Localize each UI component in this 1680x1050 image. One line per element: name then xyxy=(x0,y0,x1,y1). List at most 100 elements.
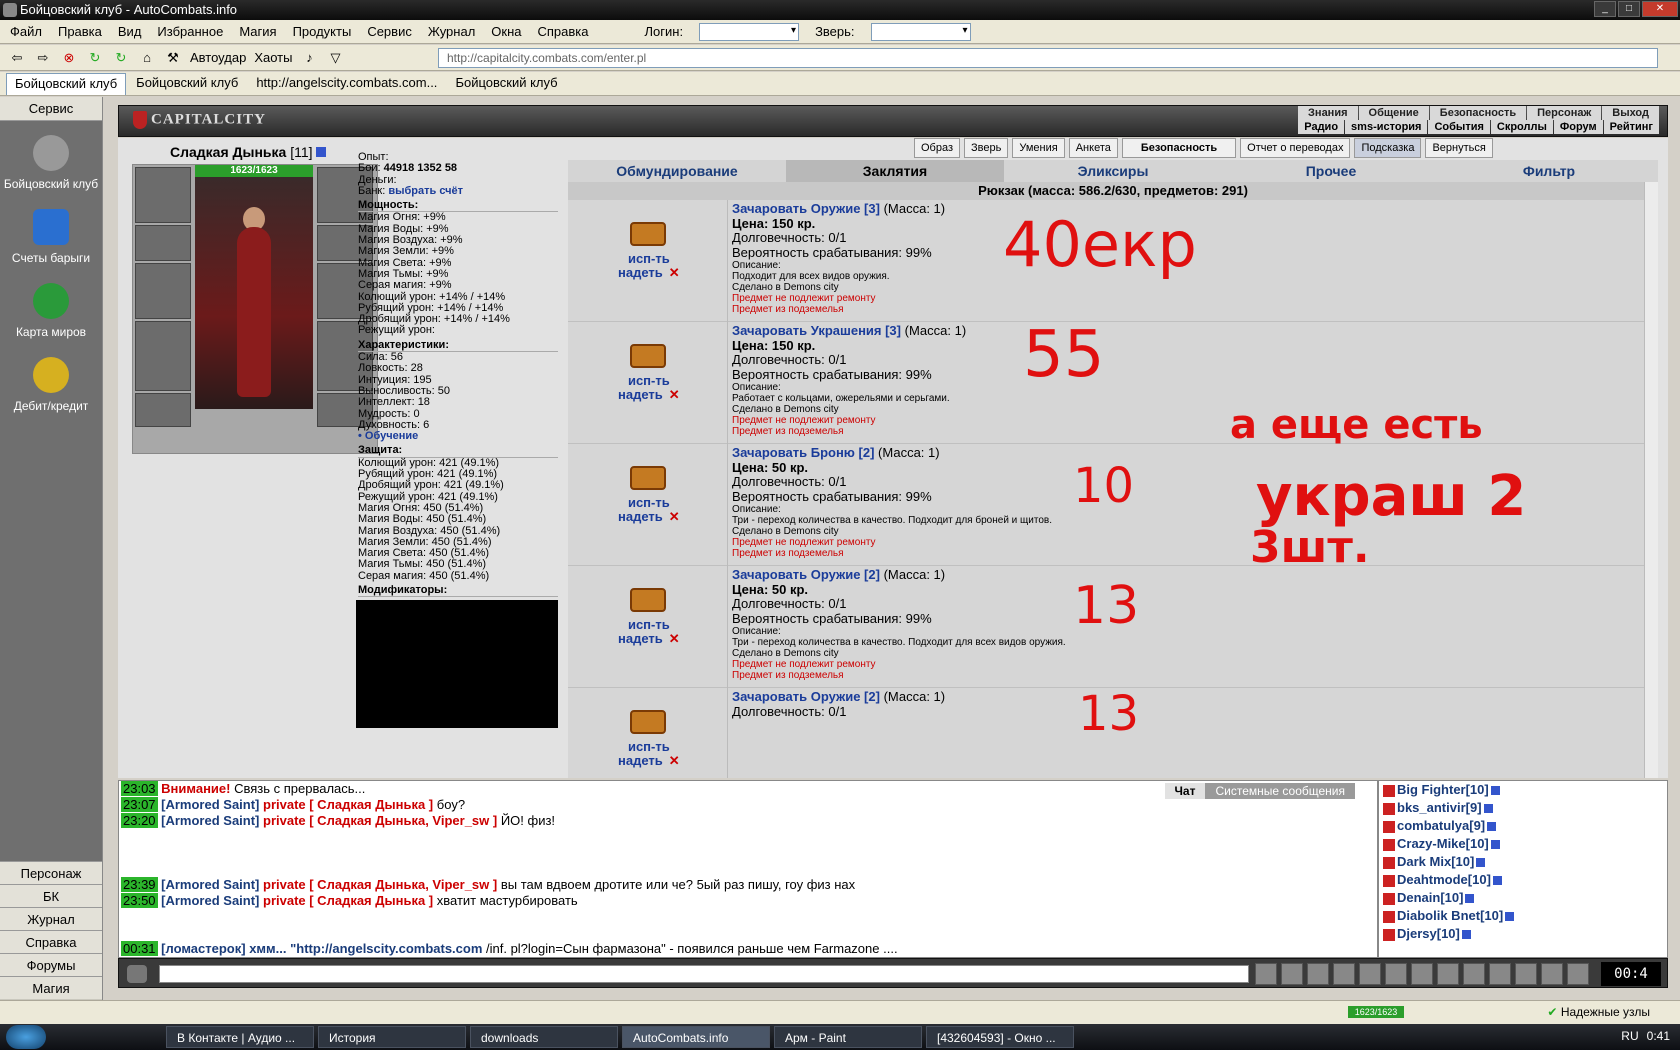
chat-time[interactable]: 00:31 xyxy=(121,941,158,956)
bracer-slot[interactable] xyxy=(135,225,191,261)
refresh-icon[interactable]: ↻ xyxy=(86,49,104,67)
info-icon[interactable] xyxy=(1461,930,1471,940)
info-icon[interactable] xyxy=(1492,876,1502,886)
settings-icon[interactable] xyxy=(1463,963,1485,985)
use-link[interactable]: исп-ть xyxy=(618,252,680,266)
user-row[interactable]: Diabolik Bnet[10] xyxy=(1379,907,1667,925)
menu-file[interactable]: Файл xyxy=(10,24,42,39)
skills-button[interactable]: Умения xyxy=(1012,138,1065,158)
nav-journal[interactable]: Журнал xyxy=(0,907,102,930)
exit-icon[interactable] xyxy=(1567,963,1589,985)
task-downloads[interactable]: downloads xyxy=(470,1026,618,1048)
send-icon[interactable] xyxy=(1255,963,1277,985)
use-link[interactable]: исп-ть xyxy=(618,374,680,388)
translit-icon[interactable] xyxy=(1385,963,1407,985)
tools-icon[interactable]: ⚒ xyxy=(164,49,182,67)
chat-author[interactable]: [Armored Saint] xyxy=(158,797,259,812)
nav-rating[interactable]: Рейтинг xyxy=(1603,120,1659,134)
forward-icon[interactable]: ⇨ xyxy=(34,49,52,67)
menu-windows[interactable]: Окна xyxy=(491,24,521,39)
tab-angelscity[interactable]: http://angelscity.combats.com... xyxy=(248,73,445,95)
nav-help[interactable]: Справка xyxy=(0,930,102,953)
user-row[interactable]: Deahtmode[10] xyxy=(1379,871,1667,889)
info-icon[interactable] xyxy=(316,147,327,157)
delete-icon[interactable]: ✕ xyxy=(669,265,680,280)
chat-time[interactable]: 23:20 xyxy=(121,813,158,828)
user-row[interactable]: Crazy-Mike[10] xyxy=(1379,835,1667,853)
item-name-link[interactable]: Зачаровать Украшения [3] xyxy=(732,323,901,338)
bag-icon[interactable] xyxy=(1489,963,1511,985)
clear-icon[interactable] xyxy=(1281,963,1303,985)
chat-target[interactable]: private [ Сладкая Дынька ] xyxy=(259,797,433,812)
fight-icon[interactable] xyxy=(1541,963,1563,985)
weapon-slot[interactable] xyxy=(135,263,191,319)
user-name[interactable]: Denain[10] xyxy=(1397,890,1463,905)
service-header[interactable]: Сервис xyxy=(0,97,102,121)
user-name[interactable]: Djersy[10] xyxy=(1397,926,1460,941)
sound-icon[interactable] xyxy=(1411,963,1433,985)
chat-time[interactable]: 23:03 xyxy=(121,781,158,796)
return-button[interactable]: Вернуться xyxy=(1425,138,1493,158)
user-row[interactable]: Big Fighter[10] xyxy=(1379,781,1667,799)
nav-communication[interactable]: Общение xyxy=(1358,106,1429,120)
user-row[interactable]: bks_antivir[9] xyxy=(1379,799,1667,817)
info-icon[interactable] xyxy=(1483,804,1493,814)
minimize-button[interactable]: _ xyxy=(1594,1,1616,17)
user-name[interactable]: Diabolik Bnet[10] xyxy=(1397,908,1503,923)
menu-help[interactable]: Справка xyxy=(538,24,589,39)
task-autocombats[interactable]: AutoCombats.info xyxy=(622,1026,770,1048)
task-window[interactable]: [432604593] - Окно ... xyxy=(926,1026,1074,1048)
nav-scrolls[interactable]: Скроллы xyxy=(1490,120,1553,134)
user-icon[interactable] xyxy=(1359,963,1381,985)
tab-filter[interactable]: Фильтр xyxy=(1440,160,1658,182)
nav-forum[interactable]: Форум xyxy=(1553,120,1603,134)
delete-icon[interactable]: ✕ xyxy=(669,631,680,646)
chat-input[interactable] xyxy=(159,965,1249,983)
chat-target[interactable]: Связь с xyxy=(230,781,280,796)
tab-spells[interactable]: Заклятия xyxy=(786,160,1004,182)
chat-author[interactable]: Внимание! xyxy=(158,781,230,796)
nav-exit[interactable]: Выход xyxy=(1602,106,1659,120)
nav-events[interactable]: События xyxy=(1428,120,1490,134)
task-vkontakte[interactable]: В Контакте | Аудио ... xyxy=(166,1026,314,1048)
info-icon[interactable] xyxy=(1490,840,1500,850)
chat-author[interactable]: [Armored Saint] xyxy=(158,813,259,828)
nav-sms[interactable]: sms-история xyxy=(1345,120,1428,134)
chat-time[interactable]: 23:50 xyxy=(121,893,158,908)
chat-tab[interactable]: Чат xyxy=(1164,783,1206,799)
address-bar[interactable]: http://capitalcity.combats.com/enter.pl xyxy=(438,48,1658,68)
maximize-button[interactable]: □ xyxy=(1618,1,1640,17)
stop-icon[interactable]: ⊗ xyxy=(60,49,78,67)
user-name[interactable]: bks_antivir[9] xyxy=(1397,800,1482,815)
hint-button[interactable]: Подсказка xyxy=(1354,138,1422,158)
filter-icon[interactable] xyxy=(1307,963,1329,985)
profile-button[interactable]: Анкета xyxy=(1068,138,1118,158)
save-icon[interactable] xyxy=(1333,963,1355,985)
wear-link[interactable]: надеть ✕ xyxy=(618,510,680,524)
security-button[interactable]: Безопасность xyxy=(1121,138,1237,158)
nav-security[interactable]: Безопасность xyxy=(1429,106,1527,120)
tab-equipment[interactable]: Обмундирование xyxy=(568,160,786,182)
user-name[interactable]: Crazy-Mike[10] xyxy=(1397,836,1489,851)
armor-slot[interactable] xyxy=(135,321,191,391)
home-icon[interactable]: ⌂ xyxy=(138,49,156,67)
sidebar-item-fightclub[interactable]: Бойцовский клуб xyxy=(0,135,102,191)
user-name[interactable]: Deahtmode[10] xyxy=(1397,872,1491,887)
user-name[interactable]: Big Fighter[10] xyxy=(1397,782,1489,797)
user-row[interactable]: Denain[10] xyxy=(1379,889,1667,907)
user-row[interactable]: combatulya[9] xyxy=(1379,817,1667,835)
user-row[interactable]: Dark Mix[10] xyxy=(1379,853,1667,871)
helmet-slot[interactable] xyxy=(135,167,191,223)
back-icon[interactable]: ⇦ xyxy=(8,49,26,67)
wear-link[interactable]: надеть ✕ xyxy=(618,388,680,402)
info-icon[interactable] xyxy=(1476,858,1486,868)
item-name-link[interactable]: Зачаровать Оружие [2] xyxy=(732,567,880,582)
modifiers-header[interactable]: Модификаторы: xyxy=(358,584,558,598)
belt-slot[interactable] xyxy=(135,393,191,427)
autoudar-button[interactable]: Автоудар xyxy=(190,50,246,65)
task-history[interactable]: История xyxy=(318,1026,466,1048)
use-link[interactable]: исп-ть xyxy=(618,740,680,754)
chat-icon[interactable] xyxy=(127,965,147,983)
language-indicator[interactable]: RU xyxy=(1621,1029,1638,1043)
info-icon[interactable] xyxy=(1490,786,1500,796)
